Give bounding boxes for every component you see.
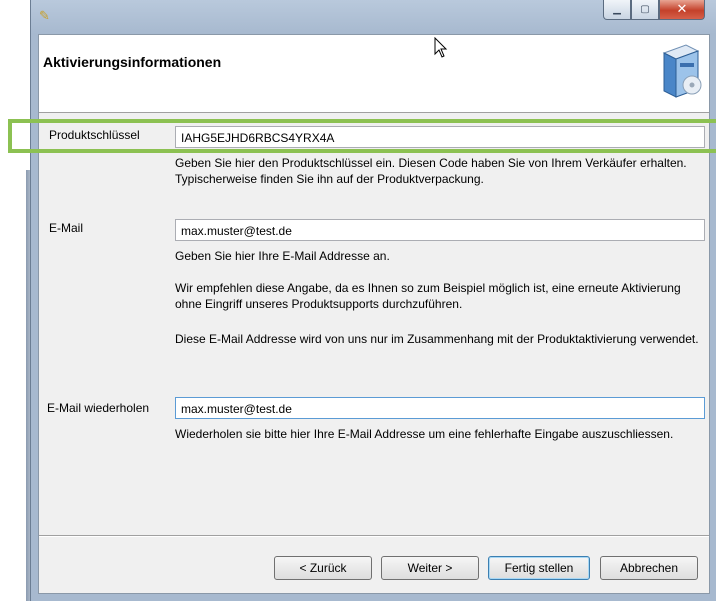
minimize-icon: ▁ [613,4,621,15]
finish-button[interactable]: Fertig stellen [488,556,590,580]
email-input[interactable]: max.muster@test.de [175,219,705,241]
close-button[interactable]: ✕ [659,0,705,20]
page-title: Aktivierungsinformationen [43,54,222,70]
minimize-button[interactable]: ▁ [603,0,631,20]
next-button[interactable]: Weiter > [381,556,479,580]
mouse-pointer-icon [434,37,448,58]
product-key-highlight [8,119,716,153]
setup-window: ✎ ▁ ▢ ✕ Aktivierungsinformationen Produk… [30,0,716,601]
email-repeat-help: Wiederholen sie bitte hier Ihre E-Mail A… [175,427,674,441]
close-icon: ✕ [676,2,688,17]
window-controls: ▁ ▢ ✕ [603,0,705,22]
cancel-button[interactable]: Abbrechen [600,556,698,580]
wizard-header: Aktivierungsinformationen [39,35,709,113]
title-bar[interactable]: ✎ ▁ ▢ ✕ [31,0,716,34]
email-label: E-Mail [49,221,84,235]
back-button[interactable]: < Zurück [274,556,372,580]
wizard-client-area: Aktivierungsinformationen Produktschlüss… [38,34,710,594]
email-repeat-input[interactable]: max.muster@test.de [175,397,705,419]
product-key-help: Geben Sie hier den Produktschlüssel ein.… [175,156,687,186]
footer-divider [39,535,709,537]
software-box-icon [662,44,702,98]
email-repeat-label: E-Mail wiederholen [47,401,150,415]
maximize-icon: ▢ [640,4,650,15]
email-help-2: Wir empfehlen diese Angabe, da es Ihnen … [175,281,681,311]
quill-icon: ✎ [39,9,50,24]
email-help-1: Geben Sie hier Ihre E-Mail Addresse an. [175,249,390,263]
email-help-3: Diese E-Mail Addresse wird von uns nur i… [175,332,699,346]
maximize-button[interactable]: ▢ [631,0,659,20]
